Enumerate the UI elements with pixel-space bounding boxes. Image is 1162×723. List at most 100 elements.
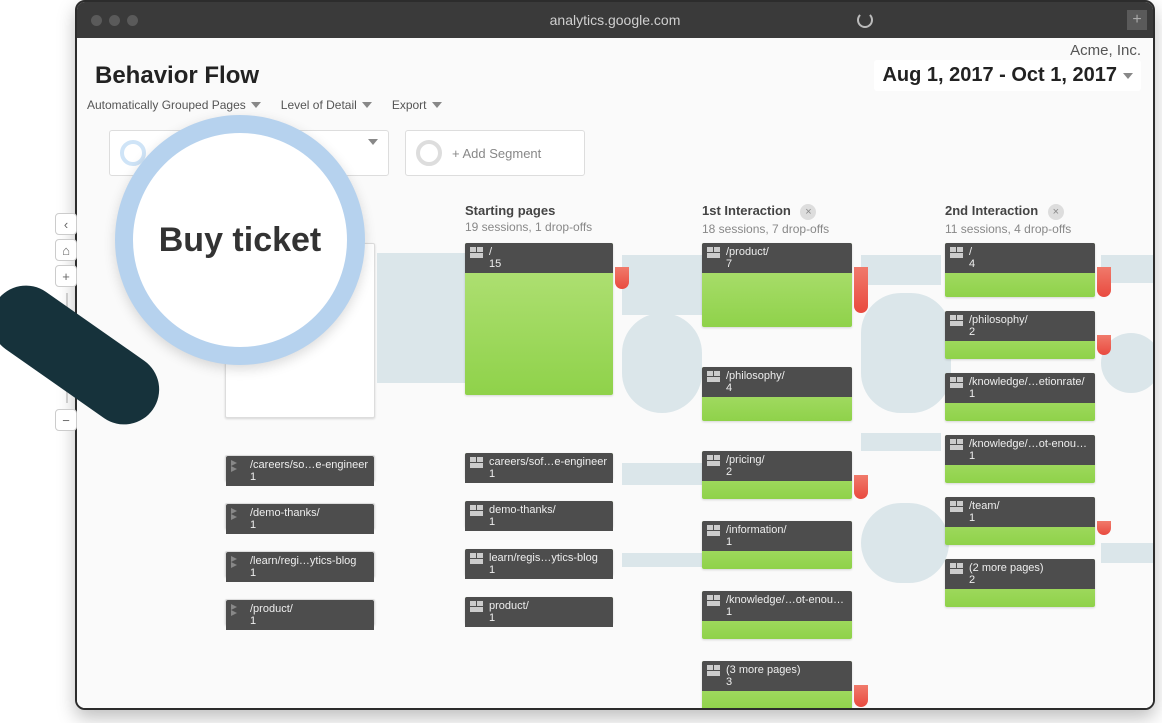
add-segment-button[interactable]: + Add Segment — [405, 130, 585, 176]
node-count: 1 — [969, 512, 1089, 524]
node-count: 15 — [489, 258, 607, 270]
node-path: /careers/so…e-engineer — [250, 459, 368, 471]
node-count: 1 — [489, 516, 607, 528]
flow-ribbon — [861, 503, 949, 583]
col-title: 2nd Interaction — [945, 203, 1038, 218]
col-header-int2[interactable]: 2nd Interaction × 11 sessions, 4 drop-of… — [945, 203, 1071, 236]
node-count: 1 — [969, 450, 1089, 462]
page-icon — [707, 595, 720, 606]
node-count: 1 — [250, 471, 368, 483]
minimize-window-icon[interactable] — [109, 15, 120, 26]
level-of-detail-dropdown[interactable]: Level of Detail — [281, 98, 372, 112]
grouped-pages-dropdown[interactable]: Automatically Grouped Pages — [87, 98, 261, 112]
chevron-down-icon — [251, 102, 261, 108]
date-range-label: Aug 1, 2017 - Oct 1, 2017 — [882, 64, 1117, 87]
node-header: (2 more pages)2 — [945, 559, 1095, 589]
col-subtitle: 18 sessions, 7 drop-offs — [702, 222, 829, 236]
account-name[interactable]: Acme, Inc. — [1070, 42, 1141, 59]
node-header: /knowledge/…ot-enough/1 — [945, 435, 1095, 465]
col-subtitle: 11 sessions, 4 drop-offs — [945, 222, 1071, 236]
node-path: /philosophy/ — [969, 314, 1089, 326]
node-count: 3 — [726, 676, 846, 688]
flow-node[interactable]: learn/regis…ytics-blog1 — [465, 549, 613, 575]
flow-node[interactable]: /pricing/2 — [702, 451, 852, 499]
node-path: /team/ — [969, 500, 1089, 512]
flow-node[interactable]: /15 — [465, 243, 613, 395]
arrow-icon — [231, 605, 245, 615]
node-count: 1 — [969, 388, 1089, 400]
node-path: /pricing/ — [726, 454, 846, 466]
flow-node[interactable]: careers/sof…e-engineer1 — [465, 453, 613, 479]
node-header: /learn/regi…ytics-blog1 — [226, 552, 374, 582]
new-tab-icon[interactable]: + — [1127, 10, 1147, 30]
flow-node[interactable]: /knowledge/…ot-enough/1 — [702, 591, 852, 639]
flow-node[interactable]: /learn/regi…ytics-blog1 — [225, 551, 375, 577]
close-icon[interactable]: × — [800, 204, 816, 220]
node-header: (3 more pages)3 — [702, 661, 852, 691]
flow-node[interactable]: (2 more pages)2 — [945, 559, 1095, 607]
close-window-icon[interactable] — [91, 15, 102, 26]
zoom-out-button[interactable]: − — [55, 409, 77, 431]
zoom-in-button[interactable]: + — [55, 265, 77, 287]
maximize-window-icon[interactable] — [127, 15, 138, 26]
home-button[interactable]: ⌂ — [55, 239, 77, 261]
node-header: /team/1 — [945, 497, 1095, 527]
prev-step-button[interactable]: ‹ — [55, 213, 77, 235]
chevron-down-icon — [368, 139, 378, 145]
view-toolbar: Automatically Grouped Pages Level of Det… — [87, 98, 442, 112]
close-icon[interactable]: × — [1048, 204, 1064, 220]
flow-node[interactable]: demo-thanks/1 — [465, 501, 613, 527]
reload-icon[interactable] — [857, 12, 873, 28]
browser-titlebar: analytics.google.com + — [77, 2, 1153, 38]
node-path: /product/ — [726, 246, 846, 258]
date-range-picker[interactable]: Aug 1, 2017 - Oct 1, 2017 — [874, 60, 1141, 91]
export-dropdown[interactable]: Export — [392, 98, 442, 112]
page-icon — [950, 315, 963, 326]
node-header: careers/sof…e-engineer1 — [465, 453, 613, 483]
flow-node[interactable]: /4 — [945, 243, 1095, 297]
node-path: /knowledge/…ot-enough/ — [969, 438, 1089, 450]
flow-node[interactable]: /product/7 — [702, 243, 852, 327]
grouped-pages-label: Automatically Grouped Pages — [87, 98, 246, 112]
flow-node[interactable]: product/1 — [465, 597, 613, 623]
page-icon — [470, 457, 483, 468]
flow-node[interactable]: /knowledge/…etionrate/1 — [945, 373, 1095, 421]
node-count: 4 — [969, 258, 1089, 270]
flow-node[interactable]: /product/1 — [225, 599, 375, 625]
node-path: /demo-thanks/ — [250, 507, 368, 519]
flow-ribbon — [861, 433, 941, 451]
node-count: 1 — [489, 612, 607, 624]
node-path: /learn/regi…ytics-blog — [250, 555, 368, 567]
col-subtitle: 19 sessions, 1 drop-offs — [465, 220, 592, 234]
flow-node[interactable]: /careers/so…e-engineer1 — [225, 455, 375, 481]
node-header: /15 — [465, 243, 613, 273]
node-path: /philosophy/ — [726, 370, 846, 382]
flow-ribbon — [1101, 543, 1155, 563]
page-icon — [470, 505, 483, 516]
flow-node[interactable]: /philosophy/4 — [702, 367, 852, 421]
page-icon — [950, 563, 963, 574]
node-header: /product/1 — [226, 600, 374, 630]
node-path: learn/regis…ytics-blog — [489, 552, 607, 564]
col-header-int1[interactable]: 1st Interaction × 18 sessions, 7 drop-of… — [702, 203, 829, 236]
flow-node[interactable]: /knowledge/…ot-enough/1 — [945, 435, 1095, 483]
page-icon — [950, 247, 963, 258]
flow-ribbon — [622, 553, 702, 567]
flow-node[interactable]: /demo-thanks/1 — [225, 503, 375, 529]
page-title: Behavior Flow — [95, 62, 259, 90]
drop-off-indicator — [615, 267, 629, 289]
address-bar[interactable]: analytics.google.com — [550, 12, 681, 28]
arrow-icon — [231, 509, 245, 519]
node-count: 2 — [969, 574, 1089, 586]
node-header: /careers/so…e-engineer1 — [226, 456, 374, 486]
flow-node[interactable]: /philosophy/2 — [945, 311, 1095, 359]
node-header: /knowledge/…etionrate/1 — [945, 373, 1095, 403]
flow-node[interactable]: /team/1 — [945, 497, 1095, 545]
page-icon — [950, 439, 963, 450]
col-header-starting: Starting pages 19 sessions, 1 drop-offs — [465, 203, 592, 234]
node-header: demo-thanks/1 — [465, 501, 613, 531]
flow-node[interactable]: /information/1 — [702, 521, 852, 569]
node-header: /philosophy/4 — [702, 367, 852, 397]
node-header: /demo-thanks/1 — [226, 504, 374, 534]
flow-node[interactable]: (3 more pages)3 — [702, 661, 852, 710]
